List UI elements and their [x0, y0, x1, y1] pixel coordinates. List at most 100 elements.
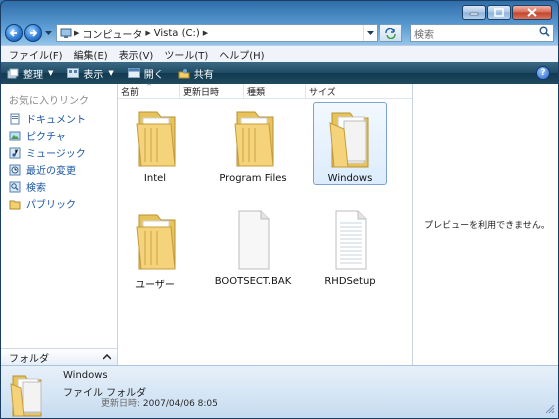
file-item-folder[interactable]: Intel	[118, 104, 192, 184]
column-headers: 名前 ^ 更新日時 種類 サイズ	[118, 82, 412, 99]
search-icon[interactable]	[539, 26, 550, 40]
file-label: Program Files	[219, 173, 287, 184]
address-dropdown[interactable]	[363, 25, 377, 41]
help-icon[interactable]: ?	[536, 66, 550, 80]
preview-unavailable-message: プレビューを利用できません。	[424, 221, 550, 231]
menu-edit[interactable]: 編集(E)	[74, 47, 108, 62]
file-item-file[interactable]: BOOTSECT.BAK	[214, 207, 292, 287]
sidebar-item-label: ピクチャ	[26, 132, 66, 143]
address-bar[interactable]: ▶ コンピュータ ▶ Vista (C:) ▶	[56, 24, 378, 42]
file-item-folder-selected[interactable]: Windows	[313, 102, 387, 185]
back-arrow-icon	[9, 29, 17, 37]
breadcrumb-separator: ▶	[74, 29, 80, 37]
caption-buttons	[462, 5, 552, 20]
menu-help[interactable]: ヘルプ(H)	[219, 47, 264, 62]
sidebar-item-documents[interactable]: ドキュメント	[9, 110, 86, 127]
file-label: BOOTSECT.BAK	[214, 276, 292, 287]
chevron-down-icon	[44, 30, 52, 35]
music-icon	[9, 147, 21, 159]
explorer-window: ▶ コンピュータ ▶ Vista (C:) ▶ 検索 ファイル(F) 編集(E)…	[0, 0, 559, 419]
chevron-down-icon: ▼	[48, 69, 54, 77]
folders-label: フォルダ	[9, 353, 49, 365]
close-button[interactable]	[512, 5, 552, 20]
sidebar-item-public[interactable]: パブリック	[9, 195, 86, 212]
computer-icon	[60, 28, 72, 38]
breadcrumb-drive[interactable]: Vista (C:)	[154, 28, 200, 39]
open-label: 開く	[143, 69, 164, 81]
folder-icon	[136, 111, 176, 167]
preview-pane: プレビューを利用できません。	[412, 84, 558, 365]
file-item-folder[interactable]: Program Files	[216, 104, 290, 184]
sort-ascending-icon: ^	[146, 82, 152, 91]
public-folder-icon	[9, 198, 21, 210]
sidebar-item-label: 最近の変更	[26, 166, 76, 177]
column-header-modified[interactable]: 更新日時	[180, 83, 244, 99]
share-label: 共有	[193, 69, 214, 81]
recent-pages-dropdown[interactable]	[43, 24, 53, 42]
share-button[interactable]: 共有	[178, 66, 214, 81]
forward-arrow-icon	[30, 29, 38, 37]
favorite-links-list: ドキュメント ピクチャ ミュージック 最近の変更 検索 パブリック	[9, 110, 86, 212]
folder-icon	[329, 112, 369, 168]
sidebar-item-recent[interactable]: 最近の変更	[9, 161, 86, 178]
column-header-label: 名前	[121, 87, 140, 98]
minimize-icon	[469, 12, 479, 15]
resize-grip-icon[interactable]	[545, 404, 555, 417]
pictures-icon	[9, 130, 21, 142]
views-icon	[67, 68, 80, 78]
sidebar-item-label: パブリック	[26, 200, 76, 211]
refresh-icon	[385, 27, 396, 39]
sidebar-item-label: ミュージック	[26, 149, 86, 160]
views-button[interactable]: 表示 ▼	[67, 66, 114, 81]
breadcrumb-computer[interactable]: コンピュータ	[82, 26, 142, 41]
folder-icon	[136, 214, 176, 270]
command-bar: 整理 ▼ 表示 ▼ 開く 共有 ?	[1, 62, 558, 84]
sidebar-item-label: ドキュメント	[26, 115, 86, 126]
sidebar-item-search[interactable]: 検索	[9, 178, 86, 195]
chevron-down-icon	[367, 30, 374, 35]
back-button[interactable]	[5, 24, 23, 42]
sidebar-item-pictures[interactable]: ピクチャ	[9, 127, 86, 144]
menu-view[interactable]: 表示(V)	[119, 47, 154, 62]
sidebar-item-music[interactable]: ミュージック	[9, 144, 86, 161]
column-header-type[interactable]: 種類	[244, 83, 306, 99]
organize-icon	[7, 68, 19, 79]
close-icon	[527, 8, 537, 17]
breadcrumb-separator: ▶	[145, 29, 151, 37]
minimize-button[interactable]	[462, 5, 486, 20]
chevron-down-icon: ▼	[108, 69, 114, 77]
file-list-pane: 名前 ^ 更新日時 種類 サイズ Intel Program Files Win…	[118, 82, 412, 365]
file-item-folder[interactable]: ユーザー	[118, 207, 192, 291]
search-input[interactable]: 検索	[410, 24, 554, 42]
file-label: ユーザー	[135, 280, 175, 291]
column-header-size[interactable]: サイズ	[306, 84, 412, 99]
file-label: RHDSetup	[324, 276, 376, 287]
forward-button[interactable]	[24, 24, 42, 42]
maximize-button[interactable]	[487, 5, 511, 20]
column-header-name[interactable]: 名前 ^	[118, 82, 180, 99]
menu-tools[interactable]: ツール(T)	[164, 47, 208, 62]
details-modified-date: 更新日時: 2007/04/06 8:05	[101, 396, 218, 409]
file-label: Intel	[143, 173, 167, 184]
organize-button[interactable]: 整理 ▼	[7, 66, 53, 81]
folders-toggle[interactable]: フォルダ	[1, 348, 117, 365]
column-header-label: 種類	[247, 87, 266, 98]
maximize-icon	[494, 8, 504, 17]
menu-bar: ファイル(F) 編集(E) 表示(V) ツール(T) ヘルプ(H)	[1, 45, 558, 62]
navigation-row: ▶ コンピュータ ▶ Vista (C:) ▶ 検索	[5, 23, 554, 43]
refresh-button[interactable]	[380, 24, 402, 42]
details-item-name: Windows	[63, 370, 108, 381]
open-button[interactable]: 開く	[127, 66, 164, 81]
chevron-up-icon	[102, 352, 112, 363]
details-date-value: 2007/04/06 8:05	[142, 399, 218, 409]
menu-file[interactable]: ファイル(F)	[9, 47, 63, 62]
open-icon	[127, 68, 140, 78]
search-placeholder: 検索	[414, 29, 434, 41]
recent-icon	[9, 164, 21, 176]
text-file-icon	[335, 210, 367, 270]
favorite-links-heading: お気に入りリンク	[9, 96, 89, 107]
share-icon	[178, 68, 190, 79]
file-item-text-file[interactable]: RHDSetup	[313, 207, 387, 287]
details-pane: Windows ファイル フォルダ 更新日時: 2007/04/06 8:05	[1, 365, 558, 418]
folder-icon	[10, 375, 42, 417]
